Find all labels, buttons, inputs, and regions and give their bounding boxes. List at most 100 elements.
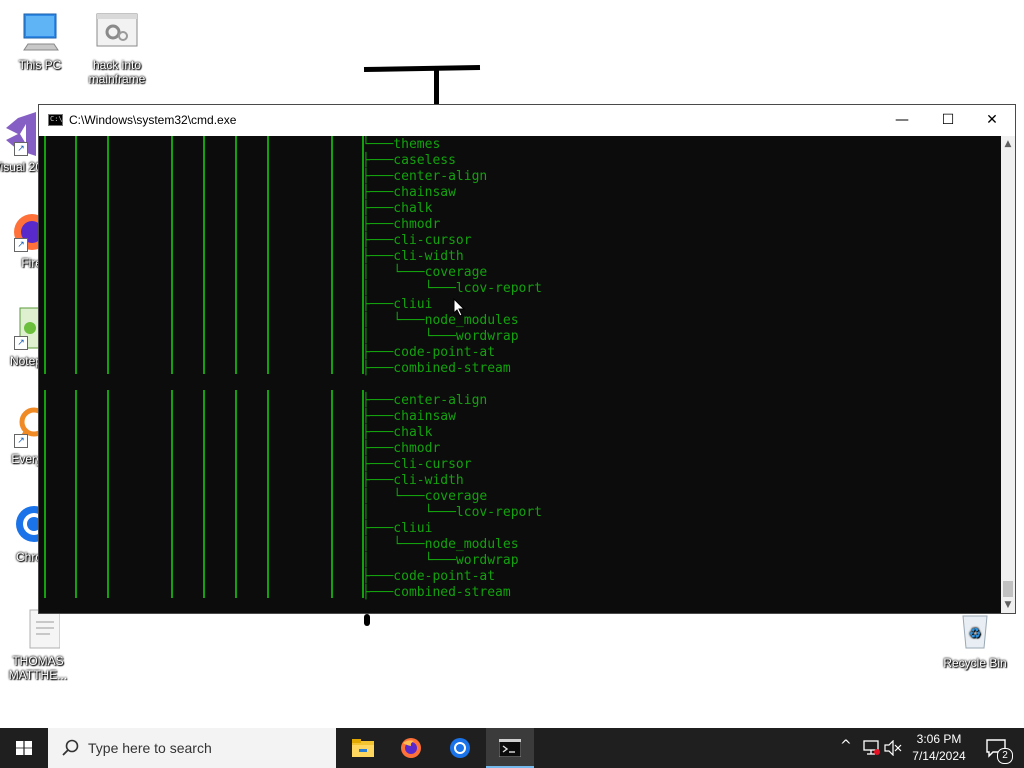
tree-guide-line bbox=[235, 390, 237, 598]
tree-guide-line bbox=[44, 390, 46, 598]
tree-guide-line bbox=[107, 390, 109, 598]
volume-muted-icon[interactable] bbox=[884, 740, 902, 756]
console-line: ├───chainsaw bbox=[362, 409, 456, 424]
console-line: ├───caseless bbox=[362, 153, 456, 168]
windows-logo-icon bbox=[16, 741, 32, 755]
console-output[interactable]: └───themes ├───caseless ├───center-align ├─… bbox=[39, 136, 1001, 613]
settings-app-icon bbox=[95, 10, 139, 54]
tree-guide-line bbox=[267, 136, 269, 374]
shortcut-arrow-icon: ↗ bbox=[14, 142, 28, 156]
console-line: ├───center-align bbox=[362, 169, 488, 184]
taskbar-cmd[interactable] bbox=[486, 728, 534, 768]
console-line: │ └───coverage bbox=[362, 489, 488, 504]
console-line: ├───cli-width bbox=[362, 249, 464, 264]
close-button[interactable]: ✕ bbox=[969, 105, 1015, 136]
start-button[interactable] bbox=[0, 728, 48, 768]
scroll-thumb[interactable] bbox=[1003, 581, 1013, 597]
console-line: ├───chalk bbox=[362, 425, 433, 440]
console-line: ├───chalk bbox=[362, 201, 433, 216]
tray-chevron-up-icon[interactable]: ^ bbox=[840, 738, 852, 754]
console-line: ├───cli-width bbox=[362, 473, 464, 488]
clock-time: 3:06 PM bbox=[916, 732, 962, 746]
console-line: │ └───node_modules bbox=[362, 313, 519, 328]
desktop-icon-hack[interactable]: hack into mainframe bbox=[79, 10, 155, 86]
console-line: └───themes bbox=[362, 137, 441, 152]
console-line: ├───cliui bbox=[362, 521, 433, 536]
notification-center-button[interactable]: 2 bbox=[976, 728, 1024, 768]
tree-guide-line bbox=[331, 390, 333, 598]
firefox-icon: ↗ bbox=[0, 208, 50, 252]
desktop-icon-thomas[interactable]: THOMAS MATTHE... bbox=[0, 606, 76, 682]
console-line: │ └───lcov-report bbox=[362, 505, 543, 520]
taskbar-chrome[interactable] bbox=[436, 728, 484, 768]
tree-guide-line bbox=[44, 136, 46, 374]
console-line: │ └───node_modules bbox=[362, 537, 519, 552]
desktop-icon-label: This PC bbox=[18, 58, 62, 72]
minimize-button[interactable]: — bbox=[879, 105, 925, 136]
network-icon[interactable] bbox=[862, 740, 880, 756]
this-pc-icon bbox=[18, 10, 62, 54]
svg-text:♻: ♻ bbox=[969, 626, 982, 642]
console-line: ├───code-point-at bbox=[362, 345, 496, 360]
visual-studio-icon: ↗ bbox=[0, 112, 40, 156]
tree-guide-line bbox=[171, 390, 173, 598]
vertical-scrollbar[interactable]: ▲ ▼ bbox=[1001, 136, 1015, 613]
window-titlebar[interactable]: C:\ C:\Windows\system32\cmd.exe — ☐ ✕ bbox=[39, 105, 1015, 136]
console-line: ├───combined-stream bbox=[362, 585, 511, 600]
cmd-app-icon: C:\ bbox=[48, 114, 63, 126]
tree-guide-line bbox=[362, 136, 364, 374]
console-line: ├───chmodr bbox=[362, 441, 441, 456]
scroll-up-arrow[interactable]: ▲ bbox=[1001, 136, 1015, 152]
desktop-icon-this-pc[interactable]: This PC bbox=[2, 10, 78, 72]
search-placeholder: Type here to search bbox=[88, 740, 212, 756]
tree-guide-line bbox=[107, 136, 109, 374]
desktop-icon-label: hack into mainframe bbox=[88, 58, 146, 86]
tree-guide-line bbox=[203, 390, 205, 598]
shortcut-arrow-icon: ↗ bbox=[14, 336, 28, 350]
console-line: ├───cli-cursor bbox=[362, 233, 472, 248]
taskbar-firefox[interactable] bbox=[387, 728, 435, 768]
taskbar-clock[interactable]: 3:06 PM 7/14/2024 bbox=[904, 731, 974, 765]
tree-guide-line bbox=[171, 136, 173, 374]
drawing-stroke bbox=[364, 614, 370, 626]
taskbar: Type here to search ^ 3:06 PM 7/14/2024 … bbox=[0, 728, 1024, 768]
everything-search-icon: ↗ bbox=[0, 404, 49, 448]
console-line: ├───code-point-at bbox=[362, 569, 496, 584]
chrome-icon bbox=[450, 738, 470, 758]
scroll-down-arrow[interactable]: ▼ bbox=[1001, 597, 1015, 613]
console-line: ├───center-align bbox=[362, 393, 488, 408]
folder-icon bbox=[352, 739, 374, 757]
console-line: ├───cli-cursor bbox=[362, 457, 472, 472]
drawing-stroke bbox=[434, 70, 439, 106]
mouse-cursor-icon bbox=[453, 298, 465, 317]
taskbar-search-box[interactable]: Type here to search bbox=[48, 728, 336, 768]
console-line: │ └───wordwrap bbox=[362, 329, 519, 344]
tree-guide-line bbox=[267, 390, 269, 598]
shortcut-arrow-icon: ↗ bbox=[14, 434, 28, 448]
tree-guide-line bbox=[75, 136, 77, 374]
firefox-icon bbox=[401, 738, 421, 758]
shortcut-arrow-icon: ↗ bbox=[14, 238, 28, 252]
terminal-icon bbox=[499, 739, 521, 757]
window-title: C:\Windows\system32\cmd.exe bbox=[69, 113, 237, 127]
console-line: │ └───lcov-report bbox=[362, 281, 543, 296]
system-tray: ^ bbox=[834, 728, 904, 768]
console-line: ├───chainsaw bbox=[362, 185, 456, 200]
cmd-window[interactable]: C:\ C:\Windows\system32\cmd.exe — ☐ ✕ └─… bbox=[38, 104, 1016, 614]
console-line: │ └───wordwrap bbox=[362, 553, 519, 568]
desktop-icon-label: THOMAS MATTHE... bbox=[8, 654, 68, 682]
drawing-stroke bbox=[363, 64, 481, 73]
tree-guide-line bbox=[235, 136, 237, 374]
tree-guide-line bbox=[362, 390, 364, 598]
console-line: ├───chmodr bbox=[362, 217, 441, 232]
desktop-icon-recycle-bin[interactable]: ♻ Recycle Bin bbox=[937, 608, 1013, 670]
taskbar-file-explorer[interactable] bbox=[338, 728, 386, 768]
console-line: │ └───coverage bbox=[362, 265, 488, 280]
console-line: ├───cliui bbox=[362, 297, 433, 312]
tree-guide-line bbox=[75, 390, 77, 598]
maximize-button[interactable]: ☐ bbox=[925, 105, 971, 136]
tree-guide-line bbox=[203, 136, 205, 374]
search-icon bbox=[62, 739, 79, 756]
recycle-bin-icon: ♻ bbox=[953, 608, 997, 652]
chrome-icon bbox=[0, 502, 52, 546]
